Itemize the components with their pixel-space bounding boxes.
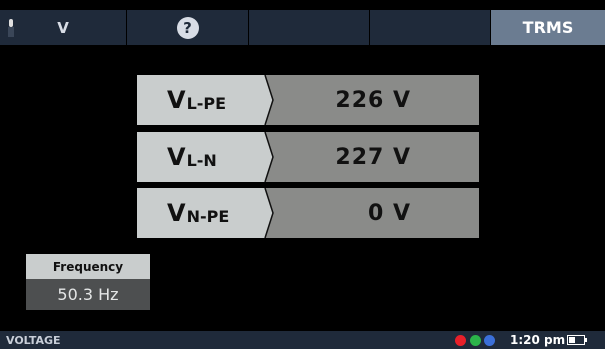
tab-help[interactable]: ? [127, 10, 248, 45]
chevron-right-icon [255, 75, 274, 125]
measurement-row-n-pe: V N-PE 0 V [137, 188, 479, 238]
probe-icon [8, 19, 15, 37]
battery-icon [567, 335, 587, 345]
frequency-value: 50.3 Hz [26, 279, 150, 310]
measurement-value: 226 V [335, 87, 411, 113]
help-icon: ? [176, 16, 199, 39]
top-tab-bar: V ? TRMS [0, 0, 605, 45]
measurement-label: V N-PE [167, 199, 230, 227]
status-dot-green [470, 335, 481, 346]
frequency-panel: Frequency 50.3 Hz [26, 254, 150, 310]
tab-empty-1[interactable] [249, 10, 369, 45]
tab-trms[interactable]: TRMS [491, 10, 605, 45]
measurement-label: V L-PE [167, 86, 227, 114]
measurement-label: V L-N [167, 143, 217, 171]
clock-time: 1:20 pm [510, 333, 566, 347]
tab-voltage[interactable]: V [0, 10, 126, 45]
measurement-value: 0 V [368, 200, 411, 226]
status-dot-red [455, 335, 466, 346]
measurement-value: 227 V [335, 144, 411, 170]
tab-empty-2[interactable] [370, 10, 490, 45]
status-bar: VOLTAGE 1:20 pm [0, 331, 605, 349]
mode-label: VOLTAGE [6, 333, 61, 347]
chevron-right-icon [255, 132, 274, 182]
measurement-row-l-pe: V L-PE 226 V [137, 75, 479, 125]
chevron-right-icon [255, 188, 274, 238]
measurement-row-l-n: V L-N 227 V [137, 132, 479, 182]
tab-trms-label: TRMS [522, 18, 574, 37]
tab-voltage-label: V [57, 18, 69, 37]
status-dot-blue [484, 335, 495, 346]
frequency-label: Frequency [26, 254, 150, 279]
